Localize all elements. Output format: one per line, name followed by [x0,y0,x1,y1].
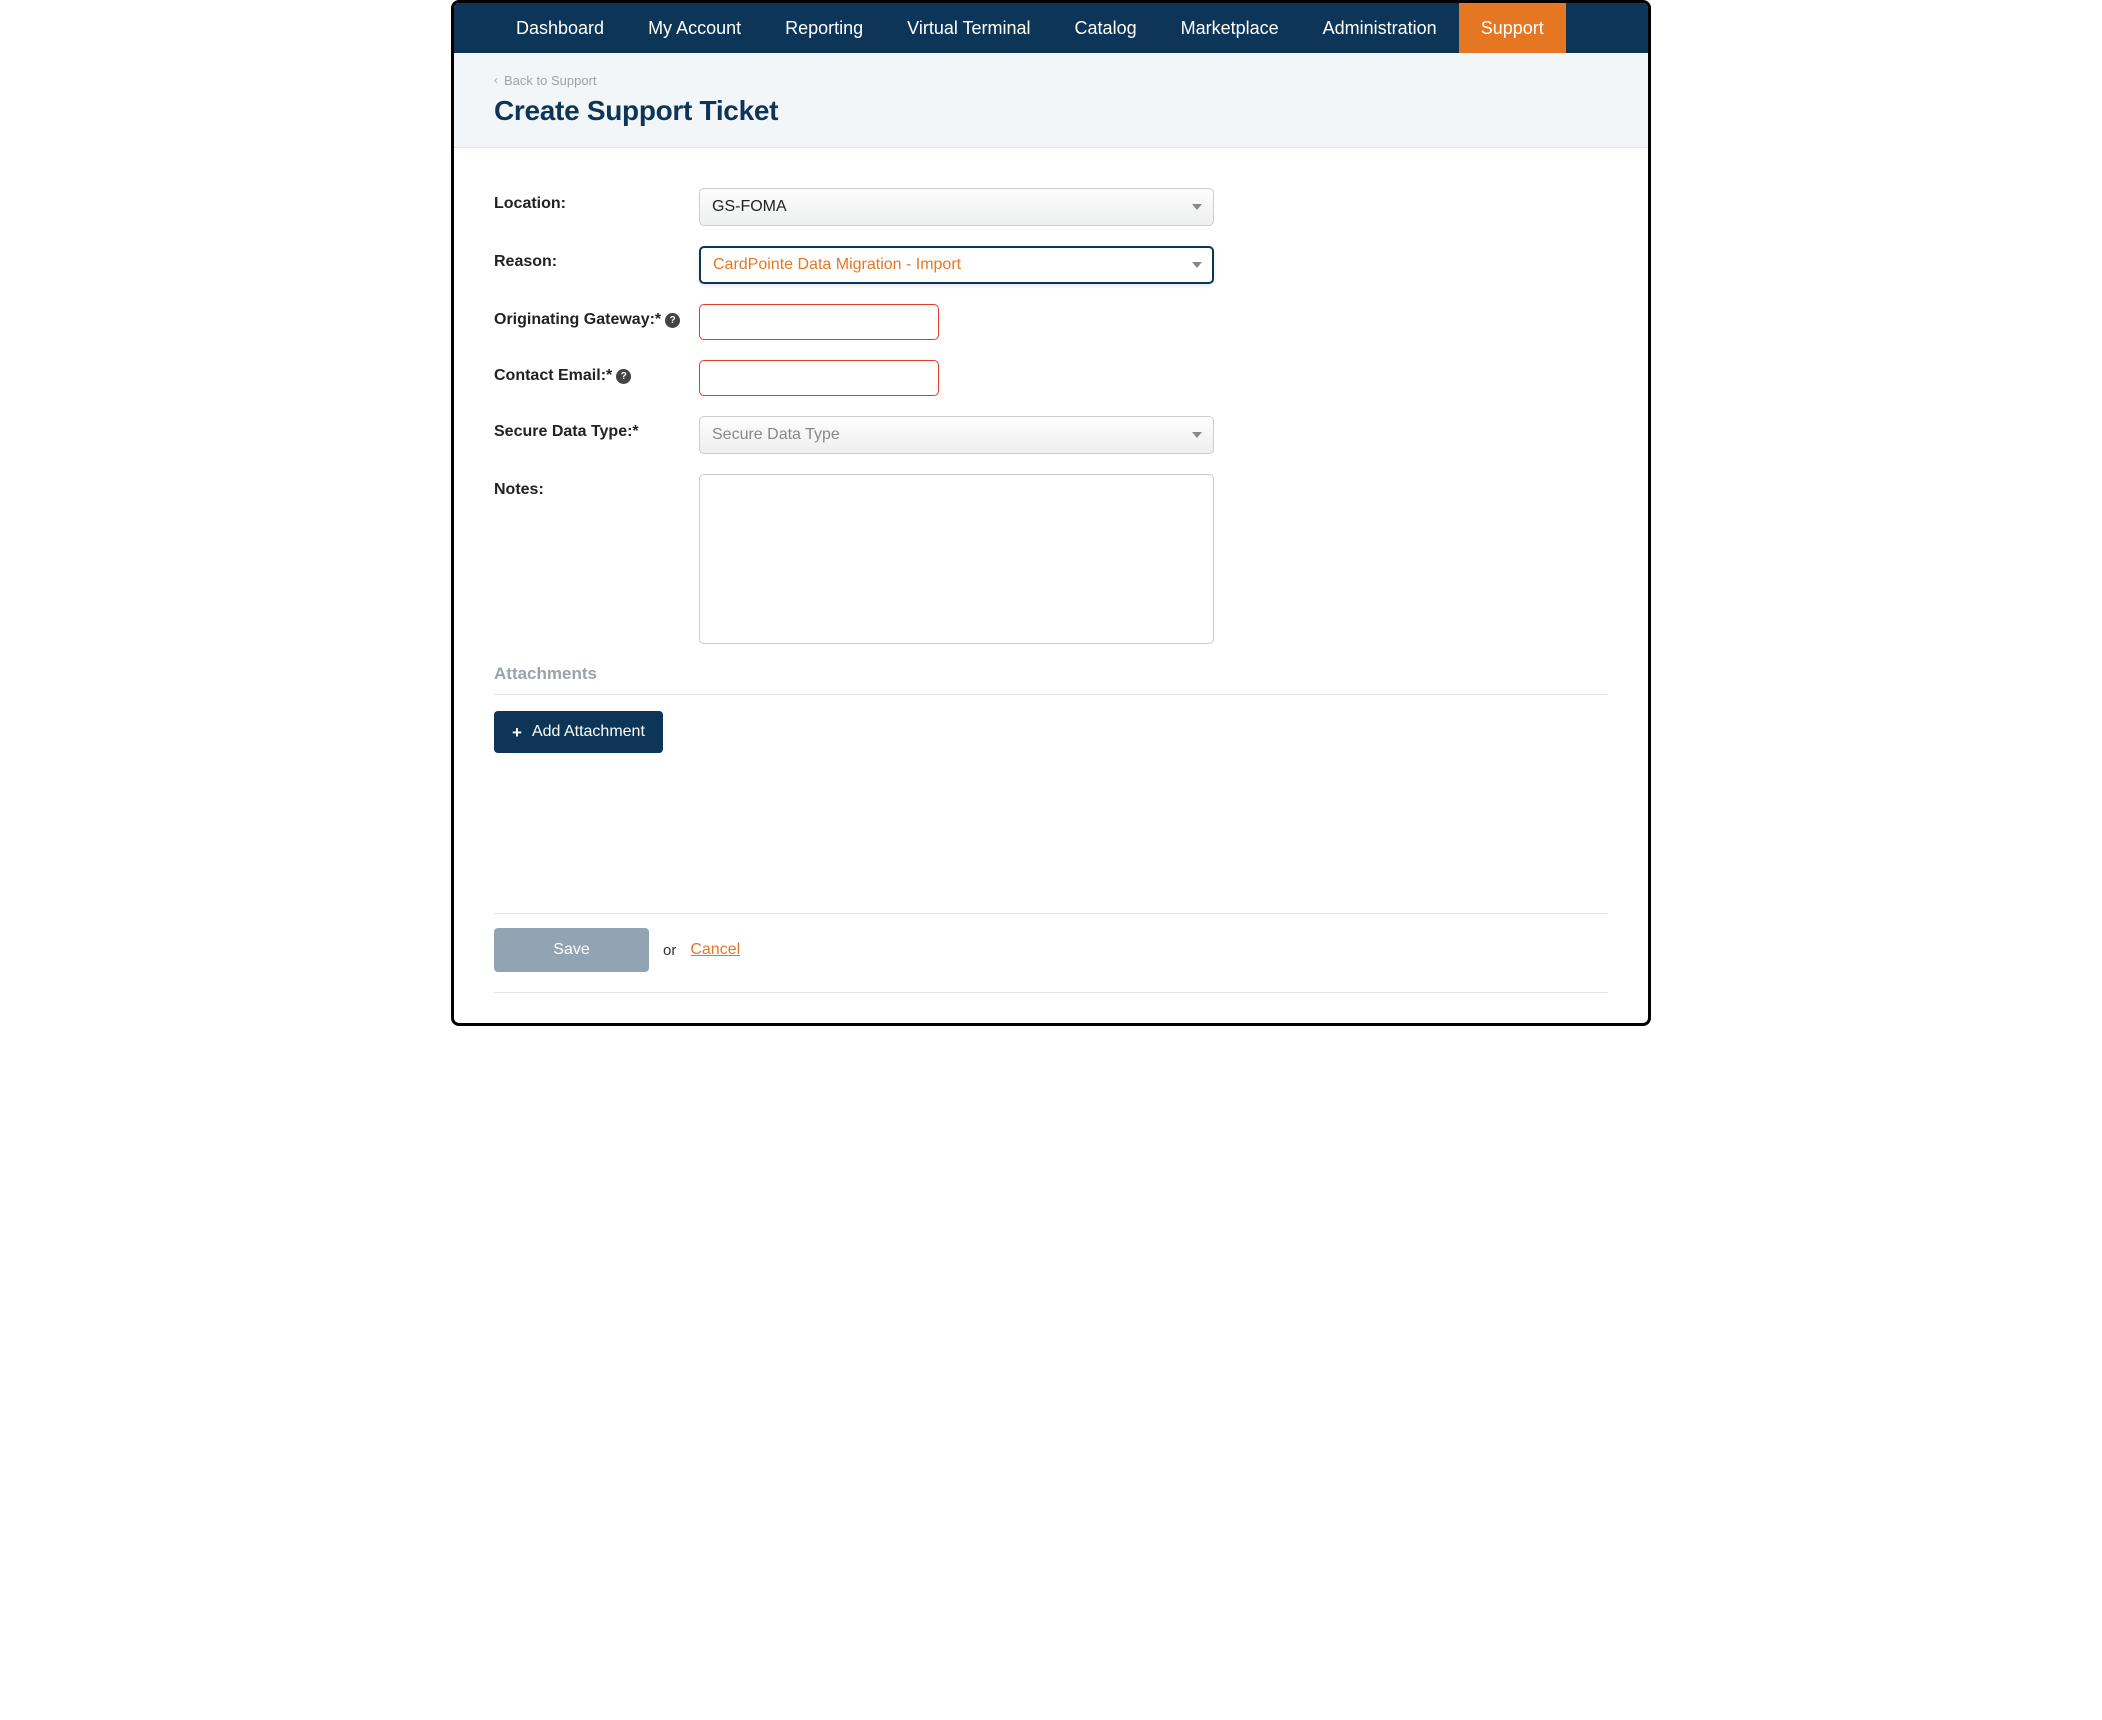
cancel-link[interactable]: Cancel [690,941,740,959]
row-location: Location: GS-FOMA [494,188,1608,226]
nav-dashboard[interactable]: Dashboard [494,3,626,53]
contact-email-input[interactable] [699,360,939,396]
back-link-label: Back to Support [504,73,597,88]
reason-select[interactable]: CardPointe Data Migration - Import [699,246,1214,284]
app-window: Dashboard My Account Reporting Virtual T… [451,0,1651,1026]
actions-row: Save or Cancel [494,928,1608,972]
plus-icon: + [512,724,522,741]
row-reason: Reason: CardPointe Data Migration - Impo… [494,246,1608,284]
nav-support[interactable]: Support [1459,3,1566,53]
nav-marketplace[interactable]: Marketplace [1159,3,1301,53]
secure-data-type-select-wrap: Secure Data Type [699,416,1214,454]
location-select-wrap: GS-FOMA [699,188,1214,226]
page-header: ‹ Back to Support Create Support Ticket [454,53,1648,148]
help-icon[interactable]: ? [616,369,631,384]
divider [494,913,1608,914]
row-originating-gateway: Originating Gateway:* ? [494,304,1608,340]
top-nav: Dashboard My Account Reporting Virtual T… [454,3,1648,53]
chevron-left-icon: ‹ [494,73,498,87]
notes-textarea[interactable] [699,474,1214,644]
page-title: Create Support Ticket [494,95,1608,127]
row-contact-email: Contact Email:* ? [494,360,1608,396]
divider [494,992,1608,993]
attachments-heading: Attachments [494,664,1608,684]
location-select[interactable]: GS-FOMA [699,188,1214,226]
label-notes: Notes: [494,474,699,499]
or-text: or [663,942,676,959]
add-attachment-label: Add Attachment [532,723,645,741]
label-reason: Reason: [494,246,699,271]
label-contact-email-text: Contact Email:* [494,367,612,385]
nav-administration[interactable]: Administration [1301,3,1459,53]
save-button[interactable]: Save [494,928,649,972]
secure-data-type-select[interactable]: Secure Data Type [699,416,1214,454]
row-notes: Notes: [494,474,1608,644]
nav-reporting[interactable]: Reporting [763,3,885,53]
add-attachment-button[interactable]: + Add Attachment [494,711,663,753]
nav-end-spacer [1566,3,1586,53]
nav-virtual-terminal[interactable]: Virtual Terminal [885,3,1052,53]
label-originating-gateway: Originating Gateway:* ? [494,304,699,329]
footer-actions: Save or Cancel [454,913,1648,1023]
nav-catalog[interactable]: Catalog [1053,3,1159,53]
label-location: Location: [494,188,699,213]
ticket-form: Location: GS-FOMA Reason: CardPointe Dat… [454,148,1648,773]
row-secure-data-type: Secure Data Type:* Secure Data Type [494,416,1608,454]
nav-my-account[interactable]: My Account [626,3,763,53]
help-icon[interactable]: ? [665,313,680,328]
label-contact-email: Contact Email:* ? [494,360,699,385]
divider [494,694,1608,695]
originating-gateway-input[interactable] [699,304,939,340]
reason-select-wrap: CardPointe Data Migration - Import [699,246,1214,284]
back-to-support-link[interactable]: ‹ Back to Support [494,73,597,88]
label-originating-gateway-text: Originating Gateway:* [494,311,661,329]
label-secure-data-type: Secure Data Type:* [494,416,699,441]
